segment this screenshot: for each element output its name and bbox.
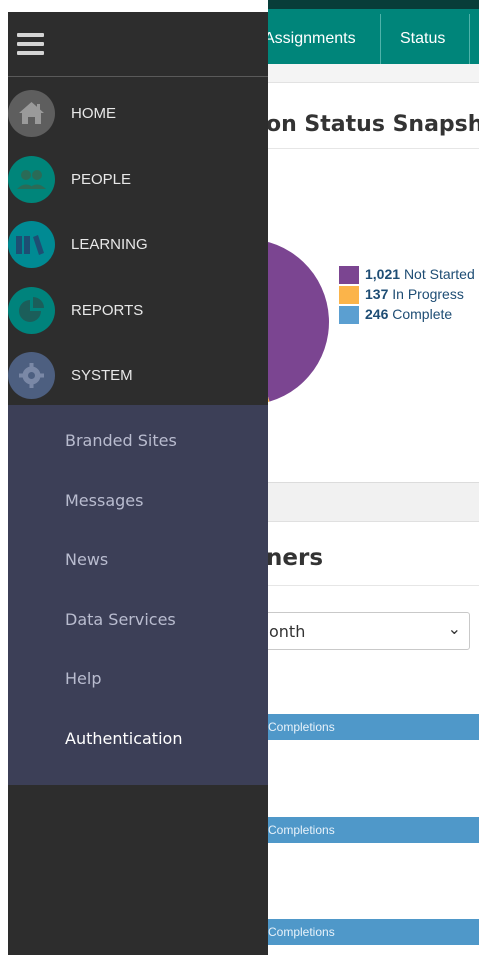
books-icon [8, 221, 55, 268]
toolbar-band [268, 64, 479, 83]
chevron-down-icon: ⌄ [447, 619, 461, 638]
legend-item-complete: 246 Complete [339, 306, 453, 325]
legend-label: In Progress [392, 286, 464, 302]
divider [268, 148, 479, 149]
home-icon [8, 90, 55, 137]
menu-item-reports[interactable]: REPORTS [8, 278, 268, 344]
snapshot-title: on Status Snapsh [266, 112, 479, 137]
period-select-value: onth [269, 622, 306, 641]
legend-label: Complete [392, 306, 453, 322]
divider [8, 76, 268, 77]
top-strip [268, 0, 479, 9]
menu-item-system[interactable]: SYSTEM [8, 343, 268, 409]
people-icon [8, 156, 55, 203]
legend-swatch [339, 306, 359, 325]
submenu-item-messages[interactable]: Messages [65, 491, 143, 510]
legend-swatch [339, 266, 359, 285]
legend-value: 137 [365, 286, 389, 302]
menu-item-label: PEOPLE [71, 171, 132, 188]
legend-swatch [339, 286, 359, 305]
pie-chart-icon [8, 287, 55, 334]
learners-title: ners [266, 545, 324, 571]
side-menu-header [8, 12, 268, 76]
submenu-item-help[interactable]: Help [65, 669, 101, 688]
submenu-item-branded-sites[interactable]: Branded Sites [65, 431, 177, 450]
menu-item-home[interactable]: HOME [8, 81, 268, 147]
menu-item-label: REPORTS [71, 302, 144, 319]
menu-item-label: SYSTEM [71, 367, 133, 384]
legend-value: 1,021 [365, 266, 401, 282]
gear-icon [8, 352, 55, 399]
tab-status[interactable]: Status [400, 14, 445, 64]
tab-divider [380, 14, 381, 64]
submenu-item-news[interactable]: News [65, 550, 108, 569]
submenu-item-data-services[interactable]: Data Services [65, 610, 176, 629]
menu-item-learning[interactable]: LEARNING [8, 212, 268, 278]
completions-bar: Completions [268, 714, 479, 740]
legend-label: Not Started [403, 266, 475, 282]
tab-divider [469, 14, 470, 64]
top-navigation: Assignments Status [264, 0, 479, 64]
side-menu: HOME PEOPLE LEARNING REPORTS SYSTEM Bran… [8, 12, 268, 955]
legend-item-in-progress: 137 In Progress [339, 286, 464, 305]
section-separator [268, 482, 479, 522]
menu-item-label: LEARNING [71, 236, 148, 253]
period-select[interactable]: onth ⌄ [258, 612, 470, 650]
divider [268, 585, 479, 586]
legend-item-not-started: 1,021 Not Started [339, 266, 475, 285]
completions-bar: Completions [268, 919, 479, 945]
tab-assignments[interactable]: Assignments [264, 14, 356, 64]
hamburger-menu-icon[interactable] [17, 33, 44, 55]
menu-item-people[interactable]: PEOPLE [8, 147, 268, 213]
completions-bar: Completions [268, 817, 479, 843]
submenu-item-authentication[interactable]: Authentication [65, 729, 182, 748]
system-submenu: Branded Sites Messages News Data Service… [8, 405, 268, 785]
menu-item-label: HOME [71, 105, 116, 122]
legend-value: 246 [365, 306, 389, 322]
